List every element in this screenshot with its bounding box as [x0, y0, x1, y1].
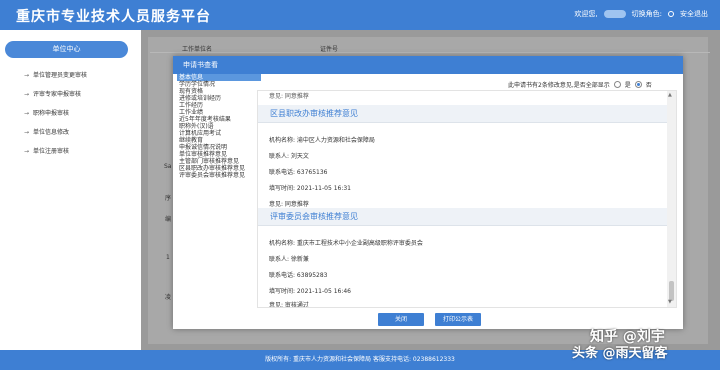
prev-opinion: 意见: 同意推荐 — [269, 93, 309, 100]
committee-contact: 联系人: 徐新兼 — [269, 256, 309, 263]
nav-district-opinion[interactable]: 区县职改办审核推荐意见 — [177, 165, 261, 172]
power-icon — [668, 11, 674, 17]
radio-no[interactable] — [634, 81, 642, 88]
sidebar-item-unit-info[interactable]: 单位信息修改 — [24, 127, 69, 136]
nav-computer-exam[interactable]: 计算机应用考试 — [177, 130, 261, 137]
nav-basic-info[interactable]: 基本信息 — [177, 74, 261, 81]
show-all-question: 此申请书有2条修改意见,是否全部显示 — [508, 82, 610, 89]
scroll-thumb[interactable] — [669, 281, 674, 301]
district-contact: 联系人: 刘天文 — [269, 153, 309, 160]
district-org: 机构名称: 渝中区人力资源和社会保障局 — [269, 137, 375, 144]
bg-side-label: 编 — [165, 216, 172, 223]
nav-unit-opinion[interactable]: 单位审核推荐意见 — [177, 151, 261, 158]
scroll-up-icon[interactable]: ▲ — [668, 92, 672, 98]
sidebar-item-expert-review[interactable]: 评审专家申报审核 — [24, 89, 81, 98]
section-district-header: 区县职改办审核推荐意见 — [258, 105, 669, 123]
committee-opinion: 意见: 审核通过 — [269, 302, 309, 308]
top-header: 重庆市专业技术人员服务平台 欢迎您, 切换角色: 安全退出 — [0, 0, 720, 30]
nav-committee-opinion[interactable]: 评审委员会审核推荐意见 — [177, 172, 261, 179]
opinion-content: 意见: 同意推荐 区县职改办审核推荐意见 机构名称: 渝中区人力资源和社会保障局… — [257, 90, 677, 308]
nav-authority-opinion[interactable]: 主管部门审核推荐意见 — [177, 158, 261, 165]
radio-yes[interactable] — [613, 81, 621, 88]
dialog-title: 申请书查看 — [173, 56, 683, 74]
content-scrollbar[interactable]: ▲ ▼ — [667, 91, 676, 307]
bg-side-label: 凌 — [165, 294, 172, 301]
committee-phone: 联系电话: 63895283 — [269, 272, 328, 279]
committee-time: 填写时间: 2021-11-05 16:46 — [269, 288, 351, 295]
bg-side-label: 序 — [165, 195, 172, 202]
nav-integrity[interactable]: 申报诚信情况说明 — [177, 144, 261, 151]
sidebar-item-title-review[interactable]: 职称申报审核 — [24, 108, 69, 117]
radio-yes-label: 是 — [624, 82, 631, 89]
nav-continuing-education[interactable]: 继续教育 — [177, 137, 261, 144]
site-title: 重庆市专业技术人员服务平台 — [16, 9, 211, 25]
nav-achievements[interactable]: 工作业绩 — [177, 109, 261, 116]
scroll-down-icon[interactable]: ▼ — [668, 299, 672, 305]
username-masked — [603, 10, 626, 18]
committee-org: 机构名称: 重庆市工程技术中小企业副高级职称评审委员会 — [269, 240, 423, 247]
logout-link[interactable]: 安全退出 — [680, 9, 708, 19]
bg-divider — [150, 52, 710, 53]
nav-annual-review[interactable]: 近5年年度考核结果 — [177, 116, 261, 123]
radio-no-label: 否 — [645, 82, 652, 89]
nav-education[interactable]: 学历学位情况 — [177, 81, 261, 88]
district-time: 填写时间: 2021-11-05 16:31 — [269, 185, 351, 192]
district-opinion: 意见: 同意推荐 — [269, 201, 309, 208]
district-phone: 联系电话: 63765136 — [269, 169, 328, 176]
print-notice-button[interactable]: 打印公示表 — [435, 313, 481, 326]
sidebar-item-admin-change[interactable]: 单位管理员变更审核 — [24, 70, 87, 79]
bg-side-label: Sa — [164, 163, 172, 170]
nav-work-history[interactable]: 工作经历 — [177, 102, 261, 109]
sidebar: 单位中心 单位管理员变更审核 评审专家申报审核 职称申报审核 单位信息修改 单位… — [0, 30, 141, 350]
bg-side-label: 1 — [166, 254, 170, 261]
dialog-nav: 基本信息 学历学位情况 现有资格 进修或培训经历 工作经历 工作业绩 近5年年度… — [177, 74, 261, 270]
sidebar-item-unit-register[interactable]: 单位注册审核 — [24, 146, 69, 155]
section-committee-header: 评审委员会审核推荐意见 — [258, 208, 669, 226]
nav-qualification[interactable]: 现有资格 — [177, 88, 261, 95]
sidebar-head[interactable]: 单位中心 — [5, 41, 128, 58]
nav-foreign-language[interactable]: 职称外(汉)语 — [177, 123, 261, 130]
show-all-toggle: 此申请书有2条修改意见,是否全部显示 是 否 — [508, 80, 652, 89]
watermark-toutiao: 头条 @雨天留客 — [572, 346, 668, 361]
nav-training[interactable]: 进修或培训经历 — [177, 95, 261, 102]
switch-role-link[interactable]: 切换角色: — [632, 9, 662, 19]
close-button[interactable]: 关闭 — [378, 313, 424, 326]
application-view-dialog: 申请书查看 基本信息 学历学位情况 现有资格 进修或培训经历 工作经历 工作业绩… — [173, 56, 683, 329]
header-user-area: 欢迎您, 切换角色: 安全退出 — [574, 9, 708, 19]
welcome-text: 欢迎您, — [574, 10, 598, 18]
